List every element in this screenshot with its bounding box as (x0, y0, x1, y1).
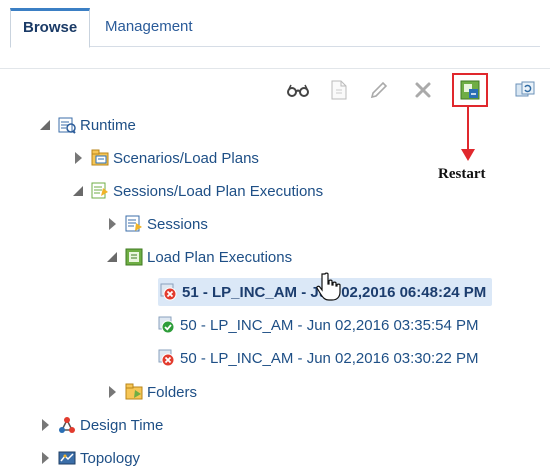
execution-label: 50 - LP_INC_AM - Jun 02,2016 03:30:22 PM (180, 349, 479, 367)
tree-label: Runtime (80, 116, 136, 134)
expand-triangle-icon[interactable] (73, 186, 83, 196)
tree-node-topology[interactable]: Topology (40, 446, 140, 470)
callout-arrow-head (461, 149, 475, 161)
delete-icon[interactable] (411, 78, 435, 102)
tree-label: Folders (147, 383, 198, 401)
collapse-triangle-icon[interactable] (42, 452, 49, 464)
restart-highlight-box (452, 73, 488, 107)
tree-label: Sessions (147, 215, 208, 233)
tab-bar: Browse Management (10, 8, 540, 48)
sessions-lpe-icon (91, 182, 109, 200)
tree-label: Scenarios/Load Plans (113, 149, 259, 167)
sessions-icon (125, 215, 143, 233)
hand-cursor-icon (316, 272, 341, 301)
scenarios-icon (91, 149, 109, 167)
load-plan-executions-icon (125, 248, 143, 266)
design-time-icon (58, 416, 76, 434)
tree-label: Sessions/Load Plan Executions (113, 182, 324, 200)
tree-label: Topology (80, 449, 141, 467)
panel-divider (0, 68, 550, 69)
expand-triangle-icon[interactable] (107, 252, 117, 262)
refresh-icon[interactable] (513, 78, 537, 102)
edit-icon[interactable] (367, 78, 391, 102)
execution-label: 50 - LP_INC_AM - Jun 02,2016 03:35:54 PM (180, 316, 479, 334)
glasses-icon[interactable] (286, 78, 310, 102)
execution-item[interactable]: 50 - LP_INC_AM - Jun 02,2016 03:35:54 PM (158, 313, 479, 337)
execution-item[interactable]: 50 - LP_INC_AM - Jun 02,2016 03:30:22 PM (158, 346, 479, 370)
runtime-icon (58, 116, 76, 134)
collapse-triangle-icon[interactable] (42, 419, 49, 431)
collapse-triangle-icon[interactable] (75, 152, 82, 164)
success-status-icon (158, 316, 176, 334)
tab-management[interactable]: Management (93, 8, 205, 46)
tree-node-design-time[interactable]: Design Time (40, 413, 163, 437)
tree-node-sessions[interactable]: Sessions (107, 212, 208, 236)
expand-triangle-icon[interactable] (40, 120, 50, 130)
restart-callout-label: Restart (438, 166, 486, 182)
tree-node-folders[interactable]: Folders (107, 380, 197, 404)
folders-icon (125, 383, 143, 401)
error-status-icon (160, 283, 178, 301)
tree-label: Load Plan Executions (147, 248, 293, 266)
callout-arrow-line (467, 107, 469, 151)
tree-label: Design Time (80, 416, 164, 434)
collapse-triangle-icon[interactable] (109, 386, 116, 398)
tree-node-load-plan-executions[interactable]: Load Plan Executions (107, 245, 292, 269)
error-status-icon (158, 349, 176, 367)
tree-node-scenarios[interactable]: Scenarios/Load Plans (73, 146, 259, 170)
tab-browse[interactable]: Browse (10, 8, 91, 48)
tree-node-runtime[interactable]: Runtime (40, 113, 136, 137)
topology-icon (58, 449, 76, 467)
tree-node-sessions-lpe[interactable]: Sessions/Load Plan Executions (73, 179, 323, 203)
new-doc-icon[interactable] (327, 78, 351, 102)
collapse-triangle-icon[interactable] (109, 218, 116, 230)
